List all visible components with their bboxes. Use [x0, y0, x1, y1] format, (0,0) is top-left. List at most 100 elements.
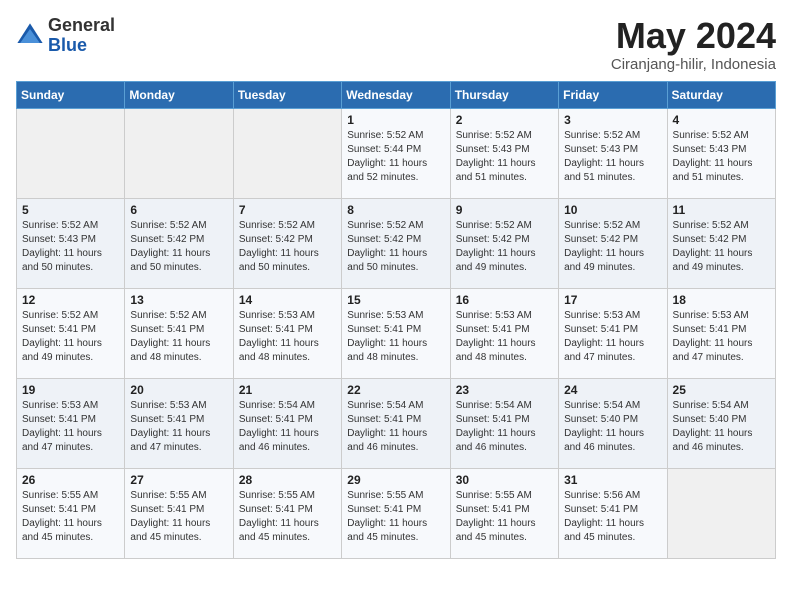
calendar-week-row: 1 Sunrise: 5:52 AM Sunset: 5:44 PM Daylig… [17, 108, 776, 198]
day-number: 2 [456, 113, 553, 127]
cell-content: Sunrise: 5:53 AM Sunset: 5:41 PM Dayligh… [673, 309, 770, 365]
day-number: 22 [347, 383, 444, 397]
logo-blue-text: Blue [48, 36, 115, 56]
cell-content: Sunrise: 5:53 AM Sunset: 5:41 PM Dayligh… [22, 399, 119, 455]
cell-content: Sunrise: 5:53 AM Sunset: 5:41 PM Dayligh… [564, 309, 661, 365]
cell-content: Sunrise: 5:53 AM Sunset: 5:41 PM Dayligh… [239, 309, 336, 365]
day-number: 3 [564, 113, 661, 127]
cell-content: Sunrise: 5:54 AM Sunset: 5:40 PM Dayligh… [673, 399, 770, 455]
table-row [233, 108, 341, 198]
day-number: 25 [673, 383, 770, 397]
day-number: 20 [130, 383, 227, 397]
cell-content: Sunrise: 5:53 AM Sunset: 5:41 PM Dayligh… [347, 309, 444, 365]
page-header: General Blue May 2024 Ciranjang-hilir, I… [16, 16, 776, 73]
day-number: 6 [130, 203, 227, 217]
table-row: 10 Sunrise: 5:52 AM Sunset: 5:42 PM Dayli… [559, 198, 667, 288]
table-row: 4 Sunrise: 5:52 AM Sunset: 5:43 PM Daylig… [667, 108, 775, 198]
table-row: 21 Sunrise: 5:54 AM Sunset: 5:41 PM Dayli… [233, 378, 341, 468]
cell-content: Sunrise: 5:52 AM Sunset: 5:43 PM Dayligh… [22, 219, 119, 275]
day-number: 8 [347, 203, 444, 217]
cell-content: Sunrise: 5:53 AM Sunset: 5:41 PM Dayligh… [130, 399, 227, 455]
calendar-week-row: 19 Sunrise: 5:53 AM Sunset: 5:41 PM Dayli… [17, 378, 776, 468]
day-number: 21 [239, 383, 336, 397]
table-row: 6 Sunrise: 5:52 AM Sunset: 5:42 PM Daylig… [125, 198, 233, 288]
table-row: 30 Sunrise: 5:55 AM Sunset: 5:41 PM Dayli… [450, 468, 558, 558]
table-row: 5 Sunrise: 5:52 AM Sunset: 5:43 PM Daylig… [17, 198, 125, 288]
cell-content: Sunrise: 5:52 AM Sunset: 5:42 PM Dayligh… [130, 219, 227, 275]
col-saturday: Saturday [667, 81, 775, 108]
cell-content: Sunrise: 5:52 AM Sunset: 5:44 PM Dayligh… [347, 129, 444, 185]
cell-content: Sunrise: 5:52 AM Sunset: 5:41 PM Dayligh… [130, 309, 227, 365]
day-number: 4 [673, 113, 770, 127]
day-number: 31 [564, 473, 661, 487]
cell-content: Sunrise: 5:52 AM Sunset: 5:42 PM Dayligh… [456, 219, 553, 275]
cell-content: Sunrise: 5:52 AM Sunset: 5:43 PM Dayligh… [673, 129, 770, 185]
day-number: 16 [456, 293, 553, 307]
table-row: 29Sunrise: 5:55 AM Sunset: 5:41 PM Dayli… [342, 468, 450, 558]
day-number: 12 [22, 293, 119, 307]
table-row: 20 Sunrise: 5:53 AM Sunset: 5:41 PM Dayli… [125, 378, 233, 468]
col-thursday: Thursday [450, 81, 558, 108]
table-row: 18 Sunrise: 5:53 AM Sunset: 5:41 PM Dayli… [667, 288, 775, 378]
table-row [667, 468, 775, 558]
calendar-table: Sunday Monday Tuesday Wednesday Thursday… [16, 81, 776, 559]
table-row: 7 Sunrise: 5:52 AM Sunset: 5:42 PM Daylig… [233, 198, 341, 288]
month-title: May 2024 [611, 16, 776, 56]
table-row: 22 Sunrise: 5:54 AM Sunset: 5:41 PM Dayli… [342, 378, 450, 468]
day-number: 18 [673, 293, 770, 307]
table-row: 28Sunrise: 5:55 AM Sunset: 5:41 PM Dayli… [233, 468, 341, 558]
day-number: 7 [239, 203, 336, 217]
col-friday: Friday [559, 81, 667, 108]
table-row: 25 Sunrise: 5:54 AM Sunset: 5:40 PM Dayli… [667, 378, 775, 468]
day-number: 19 [22, 383, 119, 397]
day-number: 5 [22, 203, 119, 217]
table-row: 11 Sunrise: 5:52 AM Sunset: 5:42 PM Dayli… [667, 198, 775, 288]
cell-content: Sunrise: 5:54 AM Sunset: 5:41 PM Dayligh… [347, 399, 444, 455]
day-number: 29 [347, 473, 444, 487]
table-row: 8 Sunrise: 5:52 AM Sunset: 5:42 PM Daylig… [342, 198, 450, 288]
table-row: 26 Sunrise: 5:55 AM Sunset: 5:41 PM Dayli… [17, 468, 125, 558]
table-row: 17Sunrise: 5:53 AM Sunset: 5:41 PM Dayli… [559, 288, 667, 378]
cell-content: Sunrise: 5:52 AM Sunset: 5:42 PM Dayligh… [564, 219, 661, 275]
day-number: 1 [347, 113, 444, 127]
table-row: 9Sunrise: 5:52 AM Sunset: 5:42 PM Daylig… [450, 198, 558, 288]
cell-content: Sunrise: 5:54 AM Sunset: 5:40 PM Dayligh… [564, 399, 661, 455]
cell-content: Sunrise: 5:54 AM Sunset: 5:41 PM Dayligh… [239, 399, 336, 455]
title-section: May 2024 Ciranjang-hilir, Indonesia [611, 16, 776, 73]
day-number: 26 [22, 473, 119, 487]
cell-content: Sunrise: 5:52 AM Sunset: 5:42 PM Dayligh… [673, 219, 770, 275]
day-number: 28 [239, 473, 336, 487]
cell-content: Sunrise: 5:55 AM Sunset: 5:41 PM Dayligh… [22, 489, 119, 545]
day-number: 23 [456, 383, 553, 397]
table-row: 27 Sunrise: 5:55 AM Sunset: 5:41 PM Dayli… [125, 468, 233, 558]
day-number: 11 [673, 203, 770, 217]
day-number: 30 [456, 473, 553, 487]
cell-content: Sunrise: 5:55 AM Sunset: 5:41 PM Dayligh… [456, 489, 553, 545]
table-row: 13Sunrise: 5:52 AM Sunset: 5:41 PM Dayli… [125, 288, 233, 378]
day-number: 15 [347, 293, 444, 307]
table-row: 31 Sunrise: 5:56 AM Sunset: 5:41 PM Dayli… [559, 468, 667, 558]
cell-content: Sunrise: 5:56 AM Sunset: 5:41 PM Dayligh… [564, 489, 661, 545]
table-row [17, 108, 125, 198]
table-row: 24Sunrise: 5:54 AM Sunset: 5:40 PM Dayli… [559, 378, 667, 468]
calendar-week-row: 12 Sunrise: 5:52 AM Sunset: 5:41 PM Dayli… [17, 288, 776, 378]
cell-content: Sunrise: 5:52 AM Sunset: 5:43 PM Dayligh… [564, 129, 661, 185]
cell-content: Sunrise: 5:52 AM Sunset: 5:41 PM Dayligh… [22, 309, 119, 365]
calendar-week-row: 5 Sunrise: 5:52 AM Sunset: 5:43 PM Daylig… [17, 198, 776, 288]
table-row: 14Sunrise: 5:53 AM Sunset: 5:41 PM Dayli… [233, 288, 341, 378]
cell-content: Sunrise: 5:52 AM Sunset: 5:42 PM Dayligh… [347, 219, 444, 275]
col-tuesday: Tuesday [233, 81, 341, 108]
col-wednesday: Wednesday [342, 81, 450, 108]
table-row: 12 Sunrise: 5:52 AM Sunset: 5:41 PM Dayli… [17, 288, 125, 378]
logo-general-text: General [48, 16, 115, 36]
cell-content: Sunrise: 5:55 AM Sunset: 5:41 PM Dayligh… [130, 489, 227, 545]
cell-content: Sunrise: 5:53 AM Sunset: 5:41 PM Dayligh… [456, 309, 553, 365]
cell-content: Sunrise: 5:52 AM Sunset: 5:42 PM Dayligh… [239, 219, 336, 275]
table-row: 23 Sunrise: 5:54 AM Sunset: 5:41 PM Dayli… [450, 378, 558, 468]
col-sunday: Sunday [17, 81, 125, 108]
day-number: 10 [564, 203, 661, 217]
day-number: 27 [130, 473, 227, 487]
table-row: 19 Sunrise: 5:53 AM Sunset: 5:41 PM Dayli… [17, 378, 125, 468]
cell-content: Sunrise: 5:54 AM Sunset: 5:41 PM Dayligh… [456, 399, 553, 455]
cell-content: Sunrise: 5:52 AM Sunset: 5:43 PM Dayligh… [456, 129, 553, 185]
